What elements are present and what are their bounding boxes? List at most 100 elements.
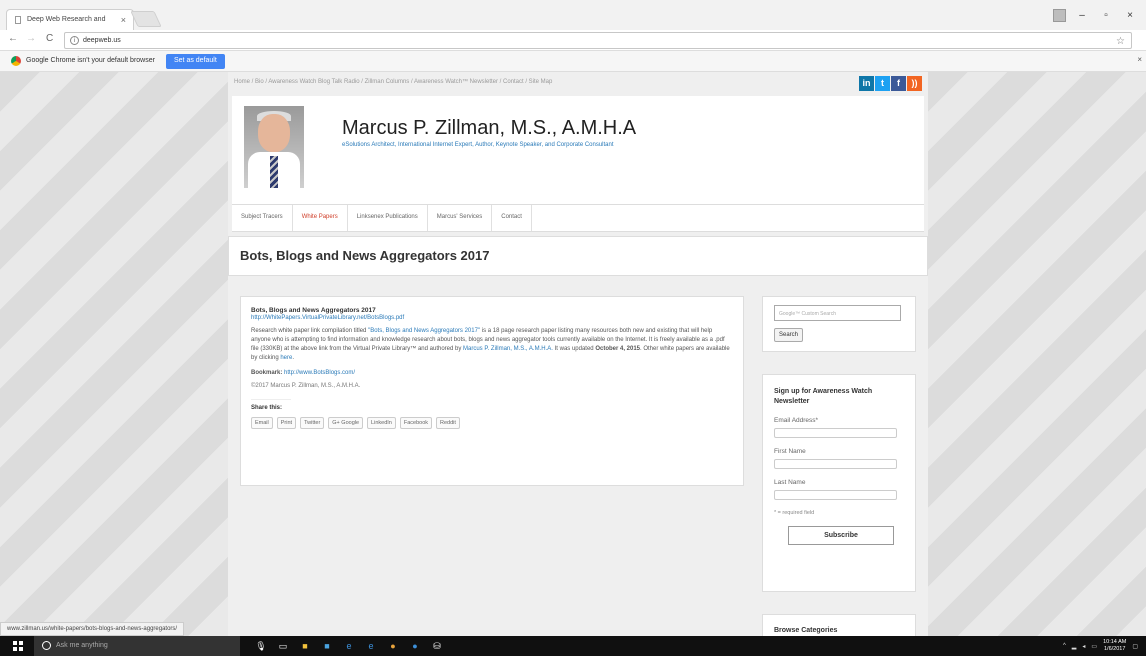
paper-title-link[interactable]: "Bots, Blogs and News Aggregators 2017" <box>368 328 480 334</box>
share-print-button[interactable]: Print <box>276 417 297 429</box>
nav-item-subject-tracers[interactable]: Subject Tracers <box>232 205 293 231</box>
app-icon[interactable]: ● <box>408 639 422 653</box>
article-title: Bots, Blogs and News Aggregators 2017 <box>251 307 376 314</box>
url-text: deepweb.us <box>83 37 121 44</box>
linkedin-icon[interactable]: in <box>859 76 874 91</box>
forward-button[interactable]: → <box>26 33 36 44</box>
minimize-button[interactable]: – <box>1074 10 1090 21</box>
profile-icon[interactable] <box>1053 8 1066 22</box>
address-bar[interactable]: i deepweb.us ☆ <box>64 32 1132 49</box>
page-icon <box>15 16 21 24</box>
bookmark-line: Bookmark: http://www.BotsBlogs.com/ <box>251 370 356 376</box>
status-bar-url: www.zillman.us/white-papers/bots-blogs-a… <box>0 622 185 636</box>
store-bag-icon[interactable]: ⛁ <box>430 639 444 653</box>
new-tab-button[interactable] <box>130 11 162 27</box>
window-controls: – ▫ × <box>1053 0 1146 30</box>
last-name-label: Last Name <box>774 479 806 486</box>
clock[interactable]: 10:14 AM 1/6/2017 <box>1103 639 1126 653</box>
bookmark-star-icon[interactable]: ☆ <box>1116 36 1125 47</box>
top-nav[interactable]: Home / Bio / Awareness Watch Blog Talk R… <box>234 79 552 85</box>
author-link[interactable]: Marcus P. Zillman, M.S., A.M.H.A. <box>463 346 553 352</box>
ie-icon[interactable]: e <box>364 639 378 653</box>
edge-icon[interactable]: e <box>342 639 356 653</box>
share-heading: Share this: <box>251 399 291 411</box>
background-pattern-right <box>928 72 1146 636</box>
notifications-icon[interactable]: ▢ <box>1132 643 1138 650</box>
nav-item-services[interactable]: Marcus' Services <box>428 205 493 231</box>
author-photo <box>244 106 304 188</box>
store-icon[interactable]: ■ <box>320 639 334 653</box>
newsletter-widget: Sign up for Awareness Watch Newsletter E… <box>762 374 916 592</box>
infobar-close-icon[interactable]: × <box>1137 55 1142 64</box>
article-body: Research white paper link compilation ti… <box>251 328 730 361</box>
share-facebook-button[interactable]: Facebook <box>399 417 432 429</box>
tray-chevron-icon[interactable]: ^ <box>1063 643 1066 649</box>
article-pdf-link[interactable]: http://WhitePapers.VirtualPrivateLibrary… <box>251 315 733 321</box>
site-container: Home / Bio / Awareness Watch Blog Talk R… <box>228 72 928 644</box>
share-google-button[interactable]: G+ Google <box>328 417 364 429</box>
set-as-default-button[interactable]: Set as default <box>166 54 225 69</box>
social-links: in t f )) <box>859 76 922 91</box>
copyright: ©2017 Marcus P. Zillman, M.S., A.M.H.A. <box>251 383 361 389</box>
search-widget: Google™ Custom Search Search <box>762 296 916 352</box>
page-viewport: Home / Bio / Awareness Watch Blog Talk R… <box>0 72 1146 644</box>
background-pattern-left <box>0 72 228 636</box>
required-note: * = required field <box>774 510 815 516</box>
info-icon[interactable]: i <box>70 36 79 45</box>
site-tagline: eSolutions Architect, International Inte… <box>342 142 614 148</box>
back-button[interactable]: ← <box>8 33 18 44</box>
first-name-label: First Name <box>774 448 806 455</box>
tab-title: Deep Web Research and <box>27 16 106 23</box>
windows-start-icon[interactable] <box>13 641 23 651</box>
search-button[interactable]: Search <box>774 328 804 342</box>
white-papers-here-link[interactable]: here <box>280 355 292 361</box>
share-linkedin-button[interactable]: LinkedIn <box>367 417 396 429</box>
rss-icon[interactable]: )) <box>907 76 922 91</box>
custom-search-input[interactable]: Google™ Custom Search <box>774 305 901 321</box>
cortana-icon <box>42 641 51 650</box>
site-header: Marcus P. Zillman, M.S., A.M.H.A eSoluti… <box>232 96 924 204</box>
taskbar-apps: 🎙 ▭ ■ ■ e e ● ● ⛁ <box>254 639 444 653</box>
tab-strip: Deep Web Research and × – ▫ × <box>0 0 1146 30</box>
cortana-search-box[interactable]: Ask me anything <box>34 636 240 656</box>
email-label: Email Address* <box>774 417 819 424</box>
file-explorer-icon[interactable]: ■ <box>298 639 312 653</box>
system-tray: ^ ▂ ◂ ▭ 10:14 AM 1/6/2017 ▢ <box>1063 639 1138 653</box>
nav-item-contact[interactable]: Contact <box>492 205 532 231</box>
last-name-field[interactable] <box>774 490 897 500</box>
chrome-icon[interactable]: ● <box>386 639 400 653</box>
default-browser-infobar: Google Chrome isn't your default browser… <box>0 51 1146 72</box>
email-field[interactable] <box>774 428 897 438</box>
share-buttons: Email Print Twitter G+ Google LinkedIn F… <box>251 417 733 429</box>
twitter-icon[interactable]: t <box>875 76 890 91</box>
reload-button[interactable]: C <box>46 33 53 44</box>
browser-toolbar: ← → C i deepweb.us ☆ <box>0 30 1146 51</box>
browser-tab[interactable]: Deep Web Research and × <box>6 9 134 30</box>
clock-date: 1/6/2017 <box>1103 646 1126 652</box>
close-window-button[interactable]: × <box>1122 10 1138 21</box>
windows-taskbar: Ask me anything 🎙 ▭ ■ ■ e e ● ● ⛁ ^ ▂ ◂ … <box>0 636 1146 656</box>
chrome-logo-icon <box>11 56 21 66</box>
site-title[interactable]: Marcus P. Zillman, M.S., A.M.H.A <box>342 117 636 140</box>
facebook-icon[interactable]: f <box>891 76 906 91</box>
cortana-placeholder: Ask me anything <box>56 642 108 649</box>
share-email-button[interactable]: Email <box>251 417 273 429</box>
first-name-field[interactable] <box>774 459 897 469</box>
nav-item-publications[interactable]: Linksenex Publications <box>348 205 428 231</box>
volume-icon[interactable]: ◂ <box>1082 643 1085 650</box>
share-twitter-button[interactable]: Twitter <box>300 417 325 429</box>
microphone-icon[interactable]: 🎙 <box>254 639 268 653</box>
share-reddit-button[interactable]: Reddit <box>436 417 460 429</box>
bookmark-link[interactable]: http://www.BotsBlogs.com/ <box>284 370 355 376</box>
newsletter-heading: Sign up for Awareness Watch Newsletter <box>774 388 873 405</box>
nav-item-white-papers[interactable]: White Papers <box>293 205 348 231</box>
tab-close-icon[interactable]: × <box>121 15 126 25</box>
article-card: Bots, Blogs and News Aggregators 2017 ht… <box>240 296 744 486</box>
subscribe-button[interactable]: Subscribe <box>788 526 894 545</box>
maximize-button[interactable]: ▫ <box>1098 10 1114 21</box>
network-icon[interactable]: ▂ <box>1072 643 1077 650</box>
keyboard-icon[interactable]: ▭ <box>1091 643 1097 650</box>
task-view-icon[interactable]: ▭ <box>276 639 290 653</box>
main-nav: Subject Tracers White Papers Linksenex P… <box>232 204 924 232</box>
infobar-message: Google Chrome isn't your default browser <box>26 57 155 64</box>
